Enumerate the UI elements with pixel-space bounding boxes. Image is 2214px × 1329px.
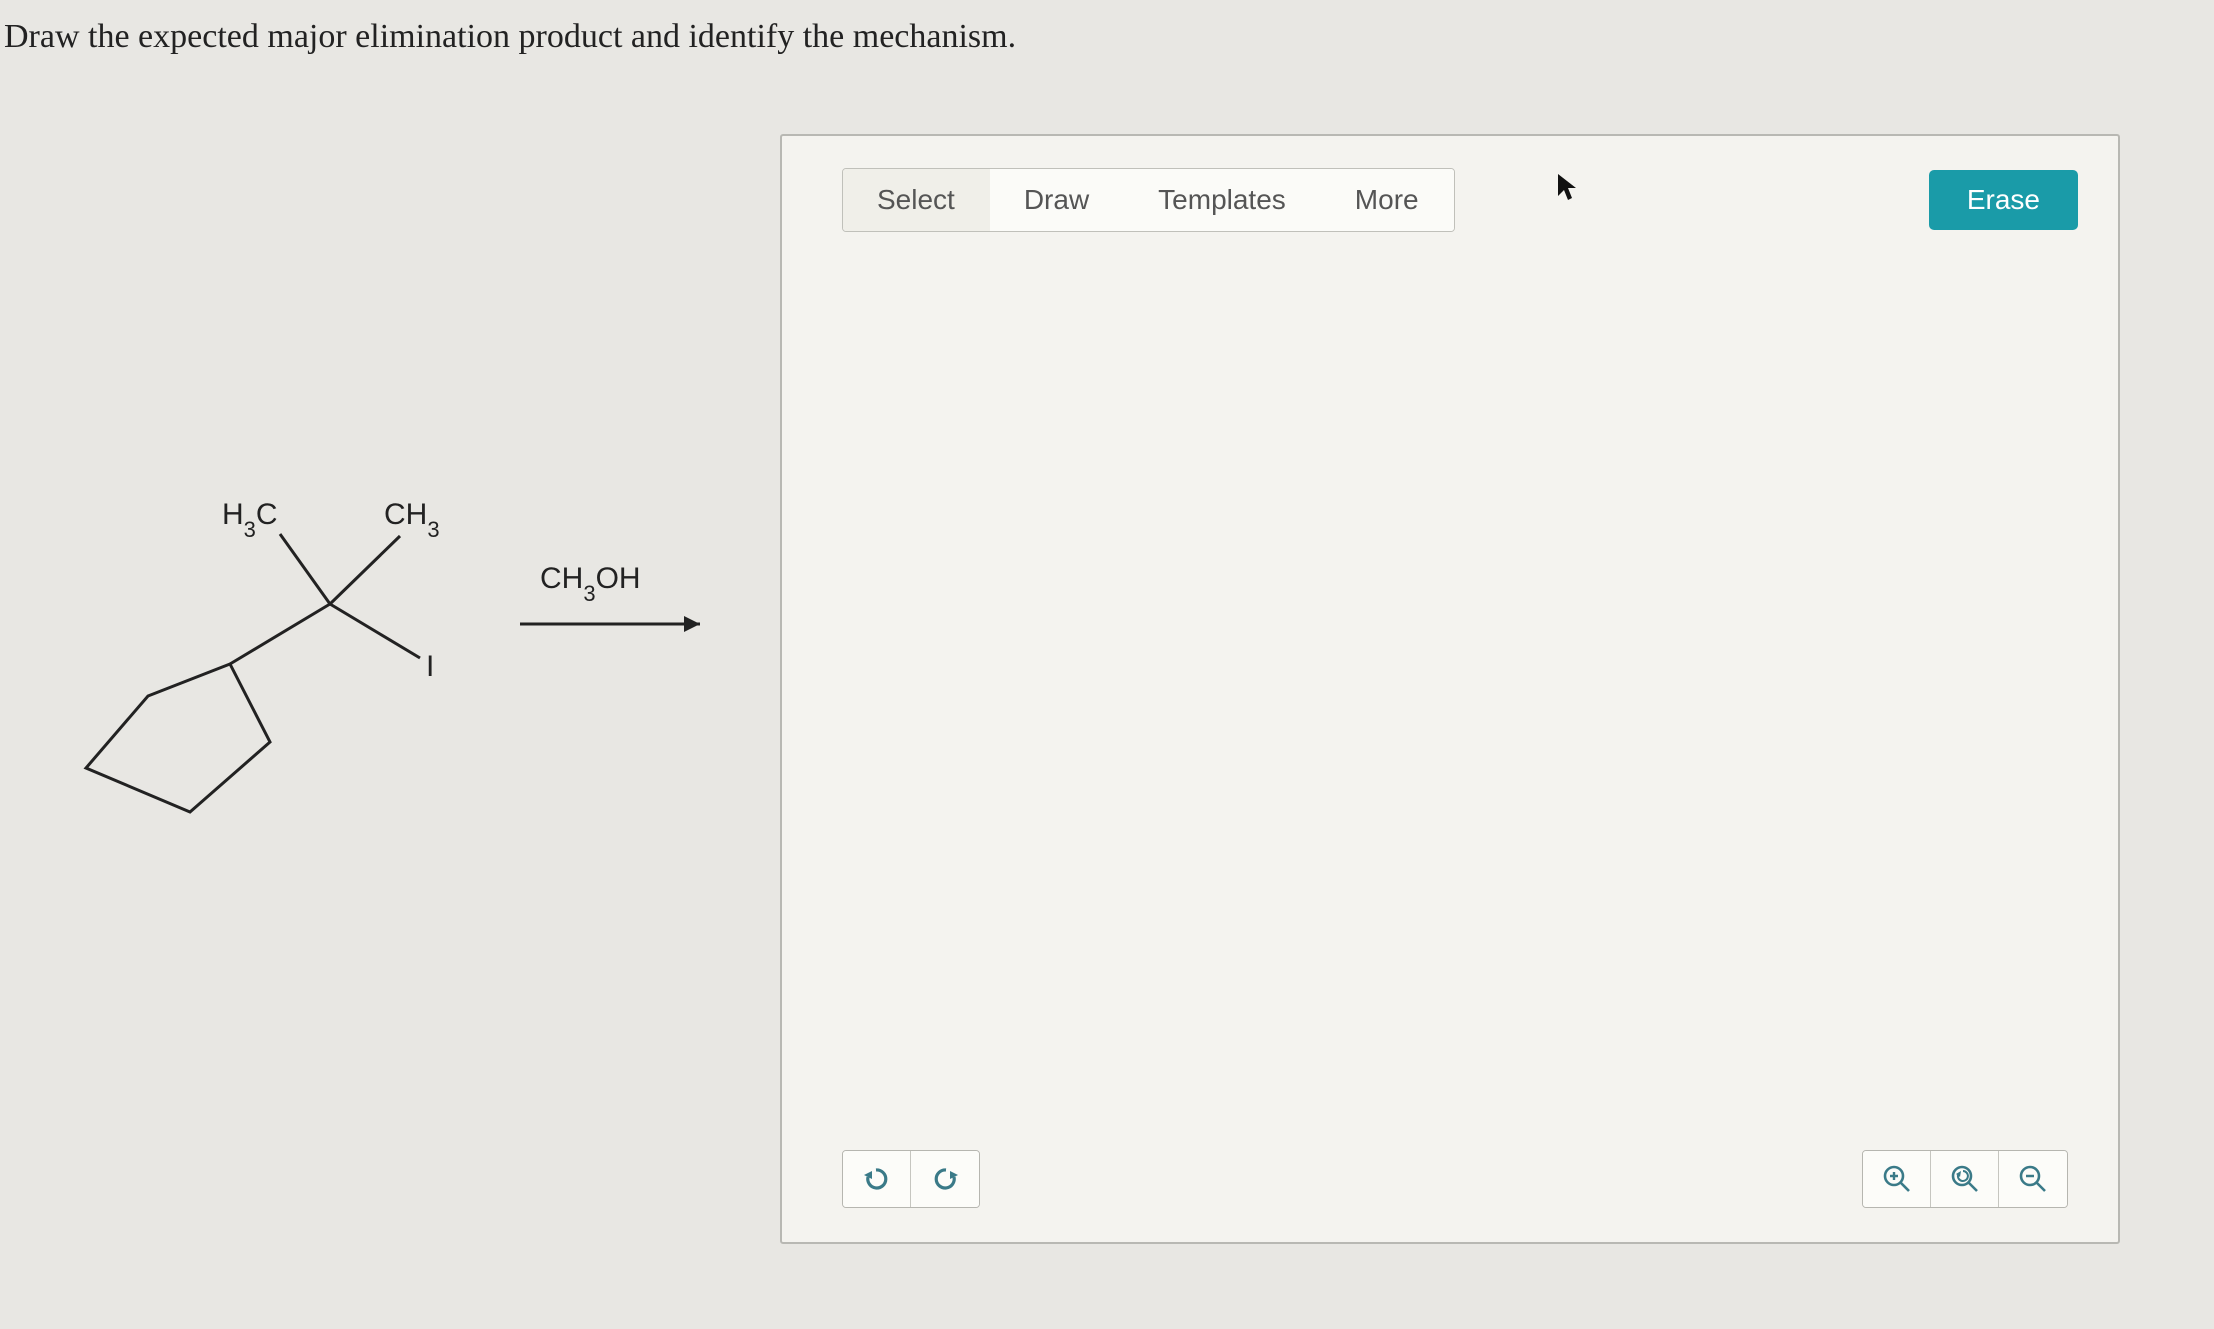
svg-text:H3C: H3C — [222, 498, 278, 542]
zoom-reset-button[interactable] — [1931, 1151, 1999, 1207]
zoom-out-icon — [2017, 1163, 2049, 1195]
undo-button[interactable] — [843, 1151, 911, 1207]
zoom-reset-icon — [1949, 1163, 1981, 1195]
redo-icon — [930, 1164, 960, 1194]
tab-draw[interactable]: Draw — [990, 169, 1124, 231]
zoom-in-icon — [1881, 1163, 1913, 1195]
svg-text:CH3: CH3 — [384, 498, 440, 542]
tab-select[interactable]: Select — [843, 169, 990, 231]
redo-button[interactable] — [911, 1151, 979, 1207]
svg-text:I: I — [426, 650, 434, 683]
reaction-scheme: H3C CH3 I CH3OH — [40, 474, 760, 954]
undo-icon — [862, 1164, 892, 1194]
zoom-out-button[interactable] — [1999, 1151, 2067, 1207]
tool-tabs: Select Draw Templates More — [842, 168, 1455, 232]
editor-toolbar: Select Draw Templates More Erase — [782, 136, 2118, 232]
tab-templates[interactable]: Templates — [1124, 169, 1321, 231]
erase-button[interactable]: Erase — [1929, 170, 2078, 230]
content-area: H3C CH3 I CH3OH Select Draw Templates Mo… — [0, 74, 2214, 1244]
svg-text:CH3OH: CH3OH — [540, 562, 641, 606]
bottom-controls — [842, 1150, 2068, 1208]
cursor-icon — [1556, 172, 1578, 210]
zoom-controls — [1862, 1150, 2068, 1208]
tab-more[interactable]: More — [1321, 169, 1454, 231]
drawing-editor[interactable]: Select Draw Templates More Erase — [780, 134, 2120, 1244]
zoom-in-button[interactable] — [1863, 1151, 1931, 1207]
history-controls — [842, 1150, 980, 1208]
reactant-structure: H3C CH3 I CH3OH — [0, 134, 760, 1244]
question-prompt: Draw the expected major elimination prod… — [0, 0, 2214, 74]
